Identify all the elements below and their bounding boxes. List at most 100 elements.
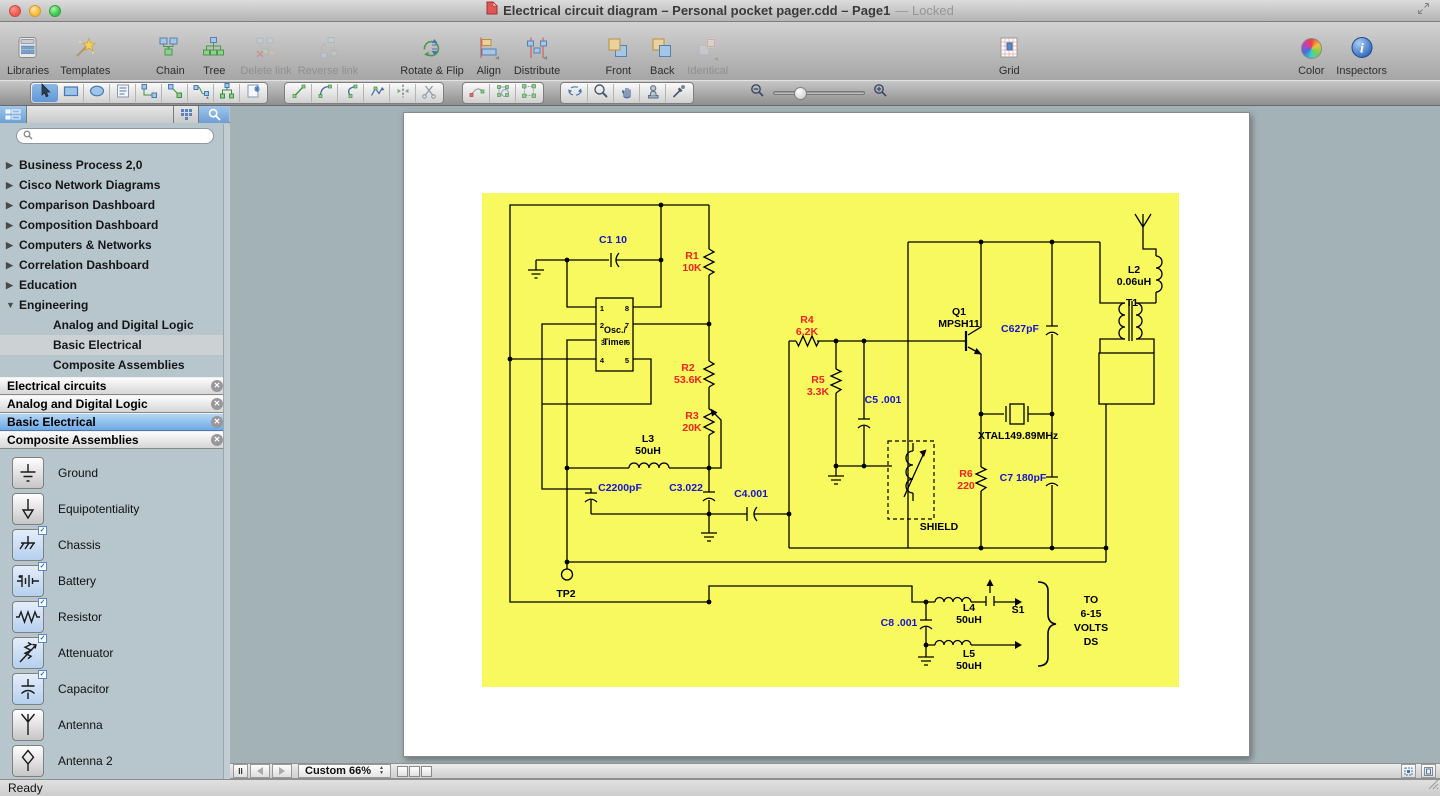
toolbar-color[interactable]: Color <box>1295 31 1327 78</box>
attenuator-shape-icon[interactable]: ✓ <box>12 637 44 669</box>
tree-item-composite-assemblies[interactable]: Composite Assemblies <box>0 355 230 375</box>
page-indicator[interactable] <box>397 766 408 777</box>
tree-item-composition-dashboard[interactable]: ▶Composition Dashboard <box>0 215 230 235</box>
resize-grip-icon[interactable] <box>1425 776 1439 795</box>
toolbar-chain[interactable]: Chain <box>154 31 186 78</box>
toolbar-tree[interactable]: Tree <box>198 31 230 78</box>
zoom-button[interactable] <box>49 5 61 17</box>
shape-item-equipotentiality[interactable]: Equipotentiality <box>0 491 230 527</box>
connector-elbow-tool[interactable] <box>136 84 162 102</box>
shape-item-ground[interactable]: Ground <box>0 455 230 491</box>
search-field[interactable] <box>16 128 214 144</box>
chevron-right-icon[interactable]: ▶ <box>6 220 19 231</box>
antenna2-shape-icon[interactable] <box>12 745 44 777</box>
zoom-slider-knob[interactable] <box>794 87 807 100</box>
split-tool[interactable] <box>390 84 416 102</box>
shape-item-antenna[interactable]: Antenna <box>0 707 230 743</box>
equipotentiality-shape-icon[interactable] <box>12 493 44 525</box>
checkbox-badge-icon[interactable]: ✓ <box>38 526 47 535</box>
library-bar-analog-and-digital-logic[interactable]: Analog and Digital Logic✕ <box>0 395 230 413</box>
library-bar-basic-electrical[interactable]: Basic Electrical✕ <box>0 413 230 431</box>
chevron-right-icon[interactable]: ▶ <box>6 200 19 211</box>
zoom-tool-tool[interactable] <box>588 84 614 102</box>
shape-item-capacitor[interactable]: ✓Capacitor <box>0 671 230 707</box>
handles1-tool[interactable] <box>490 84 516 102</box>
capacitor-shape-icon[interactable]: ✓ <box>12 673 44 705</box>
tree-item-business-process-2-0[interactable]: ▶Business Process 2,0 <box>0 155 230 175</box>
chevron-right-icon[interactable]: ▶ <box>6 280 19 291</box>
toolbar-distribute[interactable]: Distribute <box>514 31 560 78</box>
tree-item-engineering[interactable]: ▼Engineering <box>0 295 230 315</box>
page-indicator[interactable] <box>409 766 420 777</box>
checkbox-badge-icon[interactable]: ✓ <box>38 562 47 571</box>
pan-tool[interactable] <box>614 84 640 102</box>
chevron-right-icon[interactable]: ▶ <box>6 160 19 171</box>
node-edit-tool[interactable] <box>464 84 490 102</box>
checkbox-badge-icon[interactable]: ✓ <box>38 670 47 679</box>
prev-page-button[interactable] <box>250 764 270 778</box>
toolbar-back[interactable]: Back <box>646 31 678 78</box>
delete-shape-tool[interactable] <box>240 84 266 102</box>
polyline-tool[interactable] <box>364 84 390 102</box>
zoom-in-icon[interactable] <box>873 83 888 103</box>
shape-item-chassis[interactable]: ✓Chassis <box>0 527 230 563</box>
shape-item-resistor[interactable]: ✓Resistor <box>0 599 230 635</box>
chevron-right-icon[interactable]: ▶ <box>6 180 19 191</box>
connector-tree-tool[interactable] <box>214 84 240 102</box>
ground-shape-icon[interactable] <box>12 457 44 489</box>
next-page-button[interactable] <box>272 764 292 778</box>
fullscreen-icon[interactable] <box>1417 2 1430 20</box>
search-input[interactable] <box>37 130 207 142</box>
rectangle-tool[interactable] <box>58 84 84 102</box>
toolbar-inspectors[interactable]: iInspectors <box>1336 31 1387 78</box>
library-bar-composite-assemblies[interactable]: Composite Assemblies✕ <box>0 431 230 449</box>
toolbar-grid[interactable]: Grid <box>993 31 1025 78</box>
zoom-out-icon[interactable] <box>750 83 765 103</box>
document-page[interactable]: C1 10R110KR253.6KR320KR46.2KR53.3KR6220C… <box>403 112 1250 757</box>
page-indicator[interactable] <box>421 766 432 777</box>
zoom-level-control[interactable]: Custom 66% ▲▼ <box>298 764 391 778</box>
chevron-right-icon[interactable]: ▶ <box>6 240 19 251</box>
arc-tool[interactable] <box>312 84 338 102</box>
scissors-tool[interactable] <box>416 84 442 102</box>
canvas-area[interactable]: C1 10R110KR253.6KR320KR46.2KR53.3KR6220C… <box>230 106 1440 763</box>
toolbar-align[interactable]: Align <box>473 31 505 78</box>
toolbar-front[interactable]: Front <box>602 31 634 78</box>
line-tool[interactable] <box>286 84 312 102</box>
checkbox-badge-icon[interactable]: ✓ <box>38 634 47 643</box>
rotate-tool[interactable] <box>562 84 588 102</box>
handles2-tool[interactable] <box>516 84 542 102</box>
select-tool[interactable] <box>32 84 58 102</box>
search-view-button[interactable] <box>199 106 229 123</box>
tree-item-analog-and-digital-logic[interactable]: Analog and Digital Logic <box>0 315 230 335</box>
chassis-shape-icon[interactable]: ✓ <box>12 529 44 561</box>
text-tool[interactable] <box>110 84 136 102</box>
zoom-slider-track[interactable] <box>773 91 865 95</box>
zoom-stepper-icon[interactable]: ▲▼ <box>379 766 384 776</box>
chevron-down-icon[interactable]: ▼ <box>6 300 19 310</box>
antenna-shape-icon[interactable] <box>12 709 44 741</box>
shape-item-antenna-2[interactable]: Antenna 2 <box>0 743 230 779</box>
connector-curve-tool[interactable] <box>188 84 214 102</box>
tree-item-comparison-dashboard[interactable]: ▶Comparison Dashboard <box>0 195 230 215</box>
toolbar-templates[interactable]: Templates <box>60 31 110 78</box>
toolbar-libraries[interactable]: Libraries <box>7 31 49 78</box>
shape-item-attenuator[interactable]: ✓Attenuator <box>0 635 230 671</box>
tree-item-cisco-network-diagrams[interactable]: ▶Cisco Network Diagrams <box>0 175 230 195</box>
chevron-right-icon[interactable]: ▶ <box>6 260 19 271</box>
pause-button[interactable]: II <box>233 764 248 778</box>
battery-shape-icon[interactable]: ✓ <box>12 565 44 597</box>
checkbox-badge-icon[interactable]: ✓ <box>38 598 47 607</box>
tree-item-basic-electrical[interactable]: Basic Electrical <box>0 335 230 355</box>
toolbar-rotate-flip[interactable]: Rotate & Flip <box>400 31 464 78</box>
close-icon[interactable]: ✕ <box>211 416 223 428</box>
curve-tool[interactable] <box>338 84 364 102</box>
grid-view-button[interactable] <box>174 106 199 123</box>
minimize-button[interactable] <box>29 5 41 17</box>
diagram-background[interactable]: C1 10R110KR253.6KR320KR46.2KR53.3KR6220C… <box>482 193 1179 687</box>
close-button[interactable] <box>9 5 21 17</box>
tree-view-button[interactable] <box>0 106 27 123</box>
close-icon[interactable]: ✕ <box>211 434 223 446</box>
tree-item-correlation-dashboard[interactable]: ▶Correlation Dashboard <box>0 255 230 275</box>
close-icon[interactable]: ✕ <box>211 380 223 392</box>
